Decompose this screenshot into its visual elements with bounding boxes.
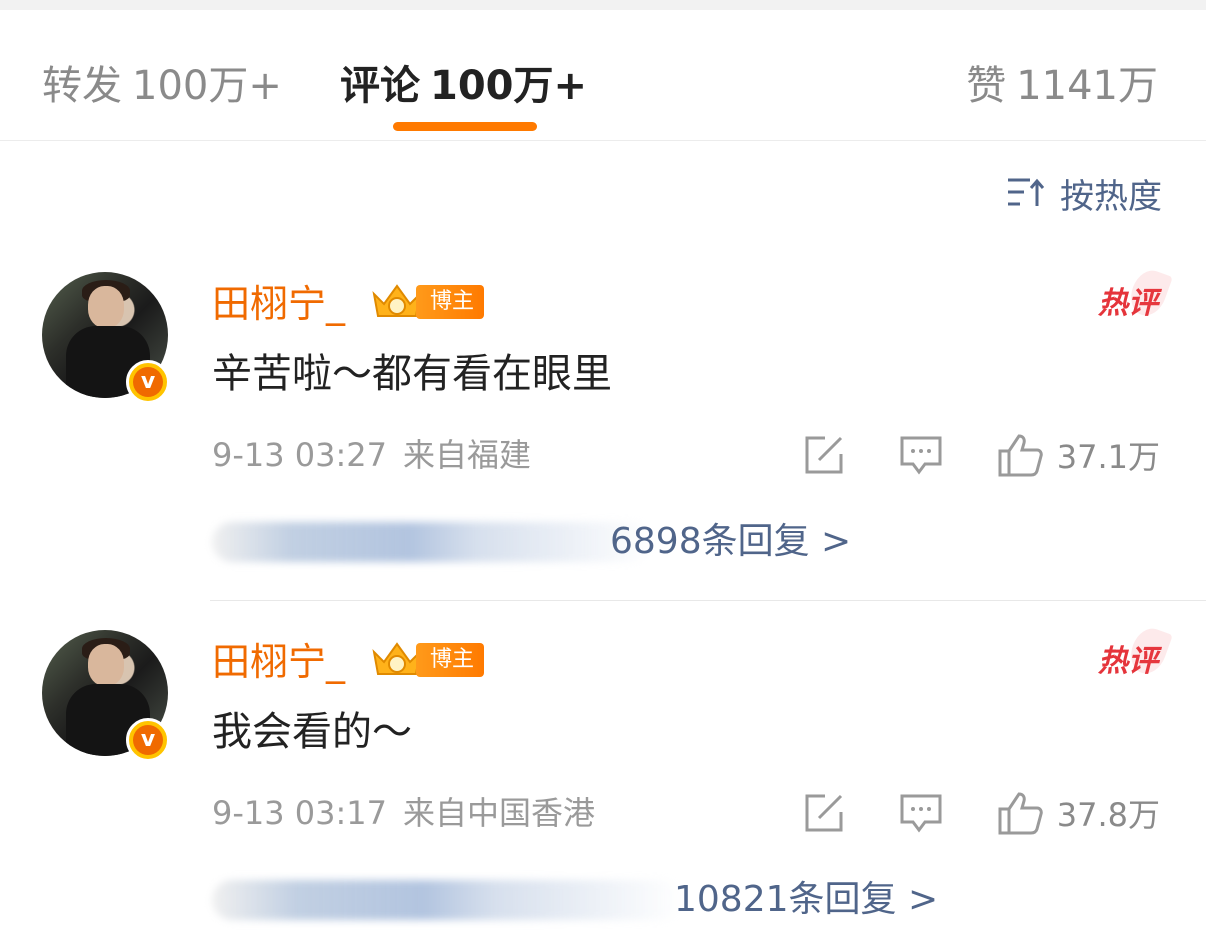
verified-icon: v <box>126 718 170 762</box>
top-strip <box>0 0 1206 10</box>
comment-meta: 9-13 03:27 来自福建 <box>212 432 531 478</box>
comment-location: 来自中国香港 <box>403 794 596 832</box>
share-button[interactable] <box>803 792 845 834</box>
comment-actions: 37.8万 <box>749 788 1160 838</box>
share-icon <box>805 436 843 474</box>
tab-repost[interactable]: 转发 100万+ <box>42 58 282 114</box>
comment-actions: 37.1万 <box>749 430 1160 480</box>
blogger-badge: 博主 <box>370 642 485 678</box>
tab-like-count: 1141万 <box>1016 63 1158 109</box>
tab-comment-count: 100万+ <box>430 63 588 109</box>
tab-repost-label: 转发 <box>42 63 122 109</box>
blurred-reply-preview <box>212 522 652 562</box>
thumbs-up-icon <box>998 434 1043 477</box>
username[interactable]: 田栩宁_ <box>212 278 345 330</box>
comment-meta: 9-13 03:17 来自中国香港 <box>212 790 595 836</box>
comment-date: 9-13 03:27 <box>212 436 388 474</box>
tab-like-label: 赞 <box>966 63 1007 109</box>
tab-comment-label: 评论 <box>340 63 420 109</box>
tab-comment[interactable]: 评论 100万+ <box>340 58 587 114</box>
divider <box>210 600 1206 601</box>
comment-text: 我会看的～ <box>212 709 412 755</box>
reply-button[interactable] <box>899 792 943 834</box>
comment-location: 来自福建 <box>403 436 532 474</box>
reply-button[interactable] <box>899 434 943 476</box>
comment-date: 9-13 03:17 <box>212 794 388 832</box>
blogger-badge: 博主 <box>370 284 485 320</box>
verified-icon: v <box>126 360 170 404</box>
blurred-reply-preview <box>212 880 682 920</box>
share-button[interactable] <box>803 434 845 476</box>
like-button[interactable]: 37.8万 <box>997 790 1160 836</box>
blogger-badge-label: 博主 <box>416 285 485 319</box>
username[interactable]: 田栩宁_ <box>212 636 345 688</box>
replies-link[interactable]: 6898条回复 > <box>212 516 972 568</box>
reply-count: 10821条回复 > <box>674 879 939 920</box>
like-count: 37.8万 <box>1056 796 1160 834</box>
like-button[interactable]: 37.1万 <box>997 432 1160 478</box>
sort-icon <box>1008 178 1045 206</box>
tab-bar: 转发 100万+ 评论 100万+ 赞 1141万 <box>0 10 1206 141</box>
tab-like[interactable]: 赞 1141万 <box>966 58 1158 114</box>
comment-icon <box>900 794 942 833</box>
active-tab-indicator <box>393 122 537 131</box>
comment-icon <box>900 436 942 475</box>
replies-link[interactable]: 10821条回复 > <box>212 874 972 926</box>
comment-text: 辛苦啦～都有看在眼里 <box>212 351 612 397</box>
share-icon <box>805 794 843 832</box>
like-count: 37.1万 <box>1056 438 1160 476</box>
sort-toggle[interactable]: 按热度 <box>1006 170 1162 217</box>
tab-repost-count: 100万+ <box>132 63 282 109</box>
blogger-badge-label: 博主 <box>416 643 485 677</box>
reply-count: 6898条回复 > <box>610 521 852 562</box>
hot-comment-badge: 热评 <box>1098 634 1158 690</box>
sort-label: 按热度 <box>1060 176 1162 217</box>
hot-comment-badge: 热评 <box>1098 276 1158 332</box>
thumbs-up-icon <box>998 792 1043 835</box>
